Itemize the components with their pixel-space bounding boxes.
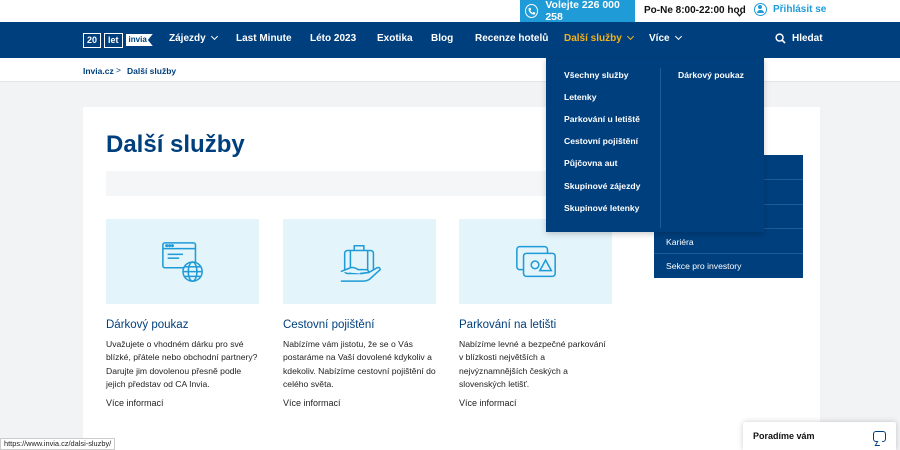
call-button-label: Volejte 226 000 258 bbox=[545, 0, 620, 23]
nav-item-label: Last Minute bbox=[236, 33, 292, 44]
service-card-cestovni-pojisteni[interactable]: Cestovní pojištění Nabízíme vám jistotu,… bbox=[283, 219, 436, 408]
hours-chevron-down-icon[interactable] bbox=[736, 5, 743, 23]
dropdown-item-pujcovna-aut[interactable]: Půjčovna aut bbox=[564, 158, 617, 168]
breadcrumb-current: Další služby bbox=[127, 66, 177, 76]
chevron-down-icon bbox=[210, 32, 218, 41]
dropdown-item-skupinove-letenky[interactable]: Skupinové letenky bbox=[564, 203, 639, 213]
nav-item-label: Blog bbox=[431, 33, 454, 44]
dropdown-divider bbox=[660, 68, 661, 228]
nav-item-label: Více bbox=[649, 33, 670, 44]
search-button[interactable]: Hledat bbox=[775, 33, 823, 44]
chat-bubble-icon bbox=[873, 431, 886, 442]
nav-item-label: Zájezdy bbox=[169, 33, 206, 44]
login-label: Přihlásit se bbox=[773, 4, 827, 15]
nav-item-exotika[interactable]: Exotika bbox=[377, 33, 413, 44]
nav-item-leto-2023[interactable]: Léto 2023 bbox=[310, 33, 356, 44]
nav-item-zajezdy[interactable]: Zájezdy bbox=[169, 32, 218, 44]
invia-logo[interactable]: 20 let invia bbox=[83, 32, 153, 48]
chat-label: Poradíme vám bbox=[753, 431, 815, 441]
logo-years: 20 bbox=[83, 32, 102, 48]
service-card-parkovani-na-letisti[interactable]: Parkování na letišti Nabízíme levné a be… bbox=[459, 219, 612, 408]
more-info-link[interactable]: Více informací bbox=[106, 398, 259, 408]
nav-item-vice[interactable]: Více bbox=[649, 32, 682, 44]
service-description: Nabízíme vám jistotu, že se o Vás postar… bbox=[283, 339, 436, 390]
service-image bbox=[106, 219, 259, 304]
nav-item-label: Recenze hotelů bbox=[475, 33, 549, 44]
user-icon bbox=[754, 3, 767, 16]
service-image bbox=[283, 219, 436, 304]
parking-ticket-icon bbox=[515, 245, 556, 277]
dropdown-item-pojisteni[interactable]: Cestovní pojištění bbox=[564, 136, 638, 146]
dropdown-item-letenky[interactable]: Letenky bbox=[564, 92, 596, 102]
intro-band bbox=[106, 171, 576, 196]
main-navigation: 20 let invia Zájezdy Last Minute Léto 20… bbox=[0, 22, 900, 58]
service-title[interactable]: Cestovní pojištění bbox=[283, 319, 436, 331]
nav-item-label: Léto 2023 bbox=[310, 33, 357, 44]
more-info-link[interactable]: Více informací bbox=[459, 398, 612, 408]
suitcase-hand-icon bbox=[340, 244, 381, 282]
chevron-down-icon bbox=[626, 32, 634, 41]
opening-hours[interactable]: Po-Ne 8:00-22:00 hod bbox=[644, 5, 746, 16]
services-dropdown: Všechny služby Letenky Parkování u letiš… bbox=[546, 58, 764, 232]
logo-word: let bbox=[104, 32, 123, 48]
breadcrumb-separator: > bbox=[116, 65, 121, 75]
login-link[interactable]: Přihlásit se bbox=[754, 3, 826, 16]
page-title: Další služby bbox=[106, 131, 245, 158]
service-description: Nabízíme levné a bezpečné parkování v bl… bbox=[459, 339, 606, 390]
nav-item-blog[interactable]: Blog bbox=[431, 33, 453, 44]
service-description: Uvažujete o vhodném dárku pro své blízké… bbox=[106, 339, 258, 390]
web-globe-icon bbox=[161, 241, 203, 282]
search-label: Hledat bbox=[792, 33, 823, 44]
nav-item-recenze-hotelu[interactable]: Recenze hotelů bbox=[475, 33, 548, 44]
chevron-down-icon bbox=[674, 32, 682, 41]
service-title[interactable]: Parkování na letišti bbox=[459, 319, 612, 331]
more-info-link[interactable]: Více informací bbox=[283, 398, 436, 408]
status-url: https://www.invia.cz/dalsi-sluzby/ bbox=[0, 438, 116, 450]
dropdown-item-skupinove-zajezdy[interactable]: Skupinové zájezdy bbox=[564, 181, 640, 191]
nav-item-last-minute[interactable]: Last Minute bbox=[236, 33, 292, 44]
submenu-item-investors[interactable]: Sekce pro investory bbox=[666, 261, 741, 271]
submenu-item-kariera[interactable]: Kariéra bbox=[666, 237, 694, 247]
chat-widget[interactable]: Poradíme vám bbox=[743, 422, 896, 450]
service-card-darkovy-poukaz[interactable]: Dárkový poukaz Uvažujete o vhodném dárku… bbox=[106, 219, 259, 408]
breadcrumb-home-link[interactable]: Invia.cz bbox=[83, 66, 114, 76]
phone-icon bbox=[525, 4, 539, 18]
call-button[interactable]: Volejte 226 000 258 bbox=[520, 0, 635, 23]
logo-brand: invia bbox=[125, 34, 153, 46]
dropdown-item-vsechny-sluzby[interactable]: Všechny služby bbox=[564, 70, 628, 80]
breadcrumb: Invia.cz > Další služby bbox=[0, 58, 900, 82]
service-title[interactable]: Dárkový poukaz bbox=[106, 319, 259, 331]
dropdown-item-darkovy-poukaz[interactable]: Dárkový poukaz bbox=[678, 70, 744, 80]
divider bbox=[654, 253, 803, 254]
dropdown-item-parkovani[interactable]: Parkování u letiště bbox=[564, 114, 640, 124]
nav-item-dalsi-sluzby[interactable]: Další služby bbox=[564, 32, 634, 44]
search-icon bbox=[775, 33, 786, 44]
nav-item-label: Další služby bbox=[564, 33, 622, 44]
nav-item-label: Exotika bbox=[377, 33, 413, 44]
top-utility-bar: Volejte 226 000 258 Po-Ne 8:00-22:00 hod… bbox=[0, 0, 900, 23]
